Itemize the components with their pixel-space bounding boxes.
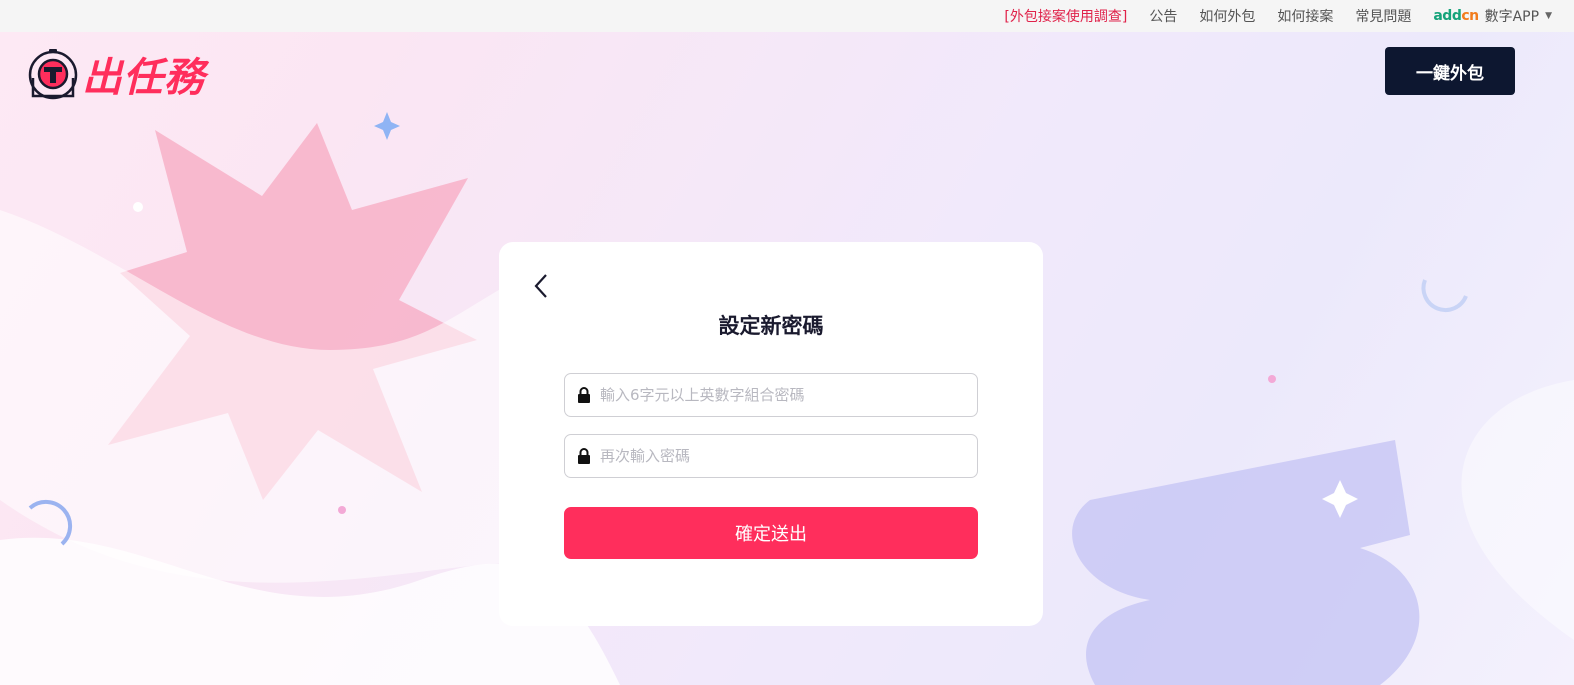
confirm-password-field[interactable] xyxy=(564,434,978,478)
new-password-input[interactable] xyxy=(600,386,970,404)
white-curve-right xyxy=(1461,380,1574,640)
addcn-logo-b: cn xyxy=(1461,8,1479,24)
submit-button[interactable]: 確定送出 xyxy=(564,507,978,559)
logo-text: 出任務 xyxy=(82,55,205,101)
survey-link[interactable]: [外包接案使用調查] xyxy=(1004,6,1127,26)
blue-sparkle xyxy=(374,112,400,140)
new-password-field[interactable] xyxy=(564,373,978,417)
reset-password-card: 設定新密碼 確定送出 xyxy=(499,242,1043,626)
addcn-logo: addcn xyxy=(1433,8,1479,24)
quick-outsource-button[interactable]: 一鍵外包 xyxy=(1385,47,1515,95)
how-to-take-jobs-link[interactable]: 如何接案 xyxy=(1277,6,1333,26)
addcn-app-menu[interactable]: addcn 數字APP ▼ xyxy=(1433,6,1552,26)
logo-astronaut-icon xyxy=(28,49,78,100)
site-logo[interactable]: 出任務 xyxy=(28,45,205,103)
lock-icon xyxy=(578,448,590,464)
lock-icon xyxy=(578,387,590,403)
blue-ring-right xyxy=(1421,279,1468,312)
back-chevron-icon[interactable] xyxy=(531,272,553,300)
purple-s-shape xyxy=(1072,440,1420,685)
caret-down-icon: ▼ xyxy=(1545,11,1552,21)
pink-dot-right xyxy=(1268,375,1276,383)
pink-dot xyxy=(338,506,346,514)
confirm-password-input[interactable] xyxy=(600,447,970,465)
addcn-logo-a: add xyxy=(1433,8,1462,24)
white-dot xyxy=(133,202,143,212)
addcn-app-label: 數字APP xyxy=(1484,9,1540,25)
announcement-link[interactable]: 公告 xyxy=(1149,6,1177,26)
how-to-outsource-link[interactable]: 如何外包 xyxy=(1199,6,1255,26)
page-title: 設定新密碼 xyxy=(718,314,824,338)
faq-link[interactable]: 常見問題 xyxy=(1355,6,1411,26)
top-utility-bar: [外包接案使用調查] 公告 如何外包 如何接案 常見問題 addcn 數字APP… xyxy=(0,0,1574,32)
